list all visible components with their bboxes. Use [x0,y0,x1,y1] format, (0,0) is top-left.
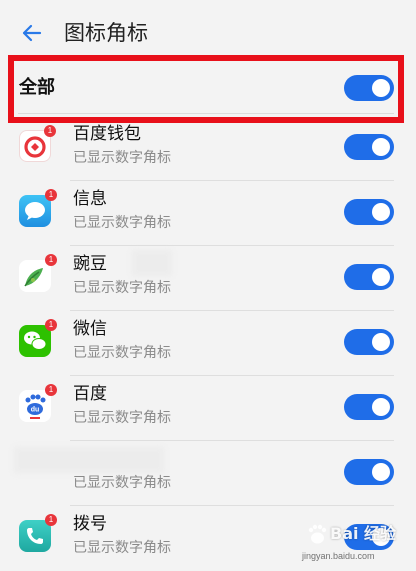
app-status: 已显示数字角标 [73,410,171,426]
badge-count: 1 [45,514,57,526]
phone-dialer-icon: 1 [19,514,57,552]
app-status: 已显示数字角标 [73,215,171,231]
blur-overlay [132,250,172,276]
app-name: 百度 [73,384,107,404]
toggle-knob [372,463,390,481]
app-name: 微信 [73,319,107,339]
app-status: 已显示数字角标 [73,280,171,296]
toggle-knob [372,138,390,156]
back-arrow-icon[interactable] [20,21,44,45]
all-badges-toggle[interactable] [344,75,394,101]
watermark-text: Bai 经验 [330,524,397,543]
toggle-knob [372,268,390,286]
toggle-knob [372,333,390,351]
toggle-knob [372,398,390,416]
app-badge-toggle[interactable] [344,264,394,290]
app-name: 豌豆 [73,254,107,274]
app-status: 已显示数字角标 [73,475,171,491]
app-status: 已显示数字角标 [73,345,171,361]
app-row-hidden[interactable]: 已显示数字角标 [0,441,416,506]
app-badge-toggle[interactable] [344,394,394,420]
app-name: 信息 [73,189,107,209]
watermark-url: jingyan.baidu.com [302,551,375,561]
toggle-knob [372,79,390,97]
header-bar: 图标角标 [0,0,416,66]
divider [18,113,394,114]
all-badges-label: 全部 [19,77,55,98]
paw-logo-icon [308,524,327,544]
svg-text:du: du [31,407,40,414]
wechat-icon: 1 [19,319,57,357]
app-row-baidu-wallet[interactable]: 1 百度钱包 已显示数字角标 [0,116,416,181]
app-row-wechat[interactable]: 1 微信 已显示数字角标 [0,311,416,376]
badge-count: 1 [44,125,56,137]
app-status: 已显示数字角标 [73,150,171,166]
app-badge-toggle[interactable] [344,459,394,485]
blur-overlay [14,447,164,473]
app-badge-toggle[interactable] [344,199,394,225]
app-badge-toggle[interactable] [344,134,394,160]
all-badges-row[interactable]: 全部 [0,62,416,116]
badge-count: 1 [45,254,57,266]
app-row-messages[interactable]: 1 信息 已显示数字角标 [0,181,416,246]
messages-icon: 1 [19,189,57,227]
badge-count: 1 [45,384,57,396]
baidu-wallet-icon: 1 [19,125,56,162]
baidu-jingyan-watermark: Bai 经验 jingyan.baidu.com [300,520,416,566]
badge-count: 1 [45,319,57,331]
baidu-icon: du 1 [19,384,57,422]
toggle-knob [372,203,390,221]
app-name: 拨号 [73,514,107,534]
badge-count: 1 [45,189,57,201]
app-row-wandoujia[interactable]: 1 豌豆 已显示数字角标 [0,246,416,311]
app-badge-toggle[interactable] [344,329,394,355]
app-name: 百度钱包 [73,124,141,144]
wandoujia-icon: 1 [19,254,57,292]
app-row-baidu[interactable]: du 1 百度 已显示数字角标 [0,376,416,441]
app-status: 已显示数字角标 [73,540,171,556]
page-title: 图标角标 [64,21,148,45]
